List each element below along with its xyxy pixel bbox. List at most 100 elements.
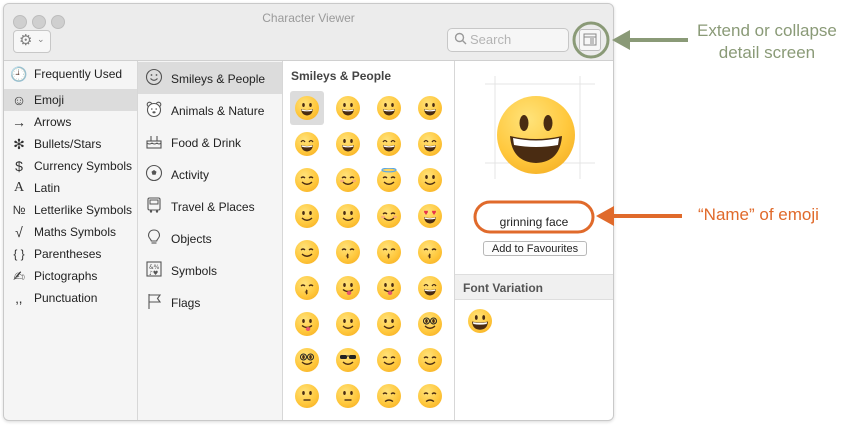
group-item-symbols[interactable]: &% ♪♥ Symbols: [138, 254, 282, 286]
emoji-cell[interactable]: [290, 235, 324, 269]
search-input[interactable]: [470, 31, 562, 47]
emoji-cell[interactable]: [413, 199, 447, 233]
emoji-kiss-icon: [336, 240, 360, 264]
emoji-kiss-icon: [295, 276, 319, 300]
category-item-emoji[interactable]: ☺ Emoji: [4, 89, 137, 111]
category-item-parentheses[interactable]: { } Parentheses: [4, 243, 137, 265]
grinning-face-icon: [472, 315, 488, 330]
emoji-slight-icon: [418, 168, 442, 192]
category-item-bullets-stars[interactable]: ✻ Bullets/Stars: [4, 133, 137, 155]
category-label: Arrows: [34, 115, 72, 129]
emoji-cell[interactable]: [290, 199, 324, 233]
emoji-cell[interactable]: [331, 307, 365, 341]
emoji-cell[interactable]: [413, 271, 447, 305]
group-item-objects[interactable]: Objects: [138, 222, 282, 254]
group-item-travel-places[interactable]: Travel & Places: [138, 190, 282, 222]
emoji-laugh-icon: [295, 132, 319, 156]
emoji-rofl-icon: [418, 132, 442, 156]
writing-hand-icon: ✍: [13, 268, 25, 284]
category-item-latin[interactable]: A Latin: [4, 177, 137, 199]
category-item-punctuation[interactable]: ‚, Punctuation: [4, 287, 137, 309]
numero-icon: №: [12, 203, 26, 217]
group-item-food-drink[interactable]: Food & Drink: [138, 126, 282, 158]
dollar-icon: $: [15, 158, 23, 174]
emoji-cell[interactable]: [331, 379, 365, 413]
emoji-cell[interactable]: [290, 127, 324, 161]
group-item-smileys-people[interactable]: Smileys & People: [138, 62, 282, 94]
emoji-cell[interactable]: [331, 163, 365, 197]
emoji-nerd-icon: [295, 348, 319, 372]
emoji-pensive-icon: [418, 384, 442, 408]
flag-icon: [148, 294, 162, 309]
braces-icon: { }: [13, 247, 25, 261]
emoji-cell[interactable]: [372, 379, 406, 413]
emoji-cell[interactable]: [372, 271, 406, 305]
group-label: Objects: [171, 232, 212, 246]
emoji-cell[interactable]: [290, 91, 324, 125]
category-label: Latin: [34, 181, 61, 195]
font-variation-emoji[interactable]: [468, 309, 492, 333]
emoji-monocle-icon: [377, 312, 401, 336]
emoji-party-icon: [418, 348, 442, 372]
search-field[interactable]: [447, 28, 569, 52]
group-item-activity[interactable]: Activity: [138, 158, 282, 190]
emoji-cell[interactable]: [413, 307, 447, 341]
emoji-smile-icon: [295, 168, 319, 192]
emoji-cell[interactable]: [331, 91, 365, 125]
emoji-cell[interactable]: [290, 163, 324, 197]
emoji-nerd-icon: [418, 312, 442, 336]
square-root-icon: √: [15, 224, 23, 240]
emoji-cell[interactable]: [413, 343, 447, 377]
emoji-cell[interactable]: [413, 163, 447, 197]
bear-icon: [146, 101, 162, 118]
emoji-cell[interactable]: [372, 91, 406, 125]
emoji-cell[interactable]: [331, 199, 365, 233]
emoji-cell[interactable]: [331, 343, 365, 377]
category-item-arrows[interactable]: → Arrows: [4, 111, 137, 133]
emoji-cell[interactable]: [290, 307, 324, 341]
category-item-frequently-used[interactable]: 🕘 Frequently Used: [4, 63, 137, 85]
chevron-down-icon: ⌄: [37, 34, 45, 44]
category-item-maths-symbols[interactable]: √ Maths Symbols: [4, 221, 137, 243]
emoji-tongue-icon: [336, 276, 360, 300]
emoji-squint-icon: [418, 276, 442, 300]
emoji-cell[interactable]: [413, 91, 447, 125]
emoji-group-list: Smileys & People Animals & Nature Food &…: [138, 61, 283, 420]
action-menu-button[interactable]: ⚙ ⌄: [13, 30, 51, 53]
punctuation-icon: ‚,: [15, 290, 23, 306]
gear-icon: ⚙: [19, 32, 33, 49]
emoji-cell[interactable]: [372, 163, 406, 197]
emoji-cell[interactable]: [372, 235, 406, 269]
emoji-cell[interactable]: [290, 343, 324, 377]
emoji-cell[interactable]: [413, 127, 447, 161]
toggle-detail-button[interactable]: [579, 29, 601, 51]
window-title: Character Viewer: [262, 11, 355, 25]
character-viewer-window: Character Viewer ⚙ ⌄ 🕘 Freque: [3, 3, 614, 421]
category-item-pictographs[interactable]: ✍ Pictographs: [4, 265, 137, 287]
group-item-flags[interactable]: Flags: [138, 286, 282, 318]
emoji-cell[interactable]: [372, 199, 406, 233]
emoji-raised-icon: [336, 312, 360, 336]
category-item-letterlike-symbols[interactable]: № Letterlike Symbols: [4, 199, 137, 221]
emoji-grid-panel: Smileys & People: [283, 61, 455, 420]
group-item-animals-nature[interactable]: Animals & Nature: [138, 94, 282, 126]
emoji-cell[interactable]: [331, 127, 365, 161]
emoji-halo-icon: [377, 167, 401, 192]
title-bar: Character Viewer ⚙ ⌄: [4, 4, 613, 61]
emoji-cell[interactable]: [290, 271, 324, 305]
category-label: Emoji: [34, 93, 65, 107]
emoji-cell[interactable]: [372, 307, 406, 341]
add-to-favourites-button[interactable]: Add to Favourites: [483, 241, 587, 256]
emoji-cell[interactable]: [372, 127, 406, 161]
emoji-cell[interactable]: [331, 271, 365, 305]
emoji-relieved-icon: [377, 204, 401, 228]
emoji-cell[interactable]: [413, 379, 447, 413]
smiley-icon: ☺: [11, 92, 27, 108]
detail-panel: grinning face Add to Favourites Font Var…: [455, 61, 613, 420]
category-item-currency-symbols[interactable]: $ Currency Symbols: [4, 155, 137, 177]
emoji-cell[interactable]: [372, 343, 406, 377]
group-label: Smileys & People: [171, 72, 266, 86]
emoji-cell[interactable]: [331, 235, 365, 269]
emoji-cell[interactable]: [290, 379, 324, 413]
emoji-cell[interactable]: [413, 235, 447, 269]
